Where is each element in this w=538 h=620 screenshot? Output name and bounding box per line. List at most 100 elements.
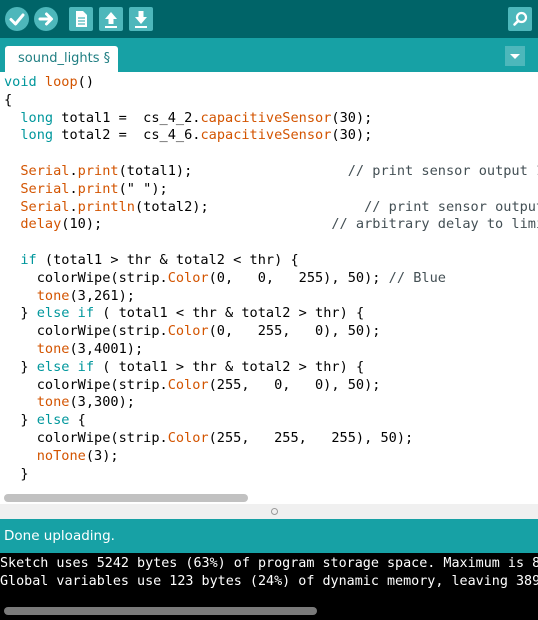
code-line: if (total1 > thr & total2 < thr) {: [4, 251, 299, 269]
code-token: loop: [44, 74, 78, 90]
save-button[interactable]: [129, 7, 153, 31]
code-token: colorWipe(strip.: [4, 269, 168, 286]
code-line: long total1 = cs_4_2.capacitiveSensor(30…: [4, 109, 372, 127]
chevron-down-icon: [510, 54, 520, 59]
code-token: }: [4, 412, 37, 429]
toolbar: [0, 0, 538, 38]
code-line: }: [4, 482, 12, 484]
code-token: else: [36, 412, 70, 429]
code-line: Serial.print(total1); // print sensor ou…: [4, 162, 538, 180]
code-line: tone(3,261);: [4, 287, 135, 305]
code-token: (30);: [331, 109, 373, 126]
code-line: }: [4, 465, 29, 483]
code-token: // print sensor output 1: [347, 163, 538, 179]
code-token: Serial: [20, 180, 70, 197]
code-line: tone(3,300);: [4, 393, 135, 411]
code-token: total2 = cs_4_6.: [53, 127, 201, 144]
code-token: noTone: [36, 447, 86, 464]
code-token: (0, 0, 255), 50);: [208, 269, 389, 286]
code-token: }: [4, 465, 29, 482]
code-token: tone: [36, 287, 70, 304]
code-line: noTone(3);: [4, 447, 119, 465]
open-button[interactable]: [99, 7, 123, 31]
code-line: colorWipe(strip.Color(255, 255, 255), 50…: [4, 429, 413, 447]
code-token: Serial: [20, 198, 70, 215]
serial-monitor-button[interactable]: [508, 7, 532, 31]
code-token: ( total1 > thr & total2 > thr) {: [94, 358, 365, 375]
code-token: }: [4, 358, 37, 375]
code-token: (3,300);: [69, 394, 135, 411]
console-line: Sketch uses 5242 bytes (63%) of program …: [0, 556, 538, 571]
code-token: (10);: [61, 216, 332, 233]
code-line: } else {: [4, 411, 86, 429]
code-token: total1 = cs_4_2.: [53, 109, 201, 126]
code-line: } else if ( total1 > thr & total2 > thr)…: [4, 358, 364, 376]
code-editor[interactable]: void loop(){ long total1 = cs_4_2.capaci…: [0, 72, 538, 484]
code-token: capacitiveSensor: [200, 127, 332, 144]
code-token: (255, 0, 0), 50);: [208, 376, 381, 393]
tab-menu-button[interactable]: [505, 46, 525, 66]
code-token: Color: [167, 269, 209, 286]
code-token: (3,4001);: [69, 341, 144, 357]
code-token: Color: [167, 376, 209, 393]
code-token: tone: [36, 394, 70, 411]
right-arrow-icon: [38, 12, 53, 26]
code-token: (total1);: [118, 163, 348, 179]
tab-label: sound_lights §: [18, 51, 111, 66]
checkmark-icon: [9, 13, 25, 26]
code-token: if: [20, 252, 37, 268]
code-token: (" ");: [118, 180, 168, 197]
code-token: .: [69, 163, 78, 179]
verify-button[interactable]: [5, 7, 29, 31]
code-token: (0, 255, 0), 50);: [208, 323, 381, 340]
document-icon: [76, 11, 87, 27]
up-arrow-icon: [105, 12, 117, 28]
code-token: (3,261);: [69, 287, 135, 304]
code-token: }: [4, 305, 37, 322]
console-scrollbar-thumb[interactable]: [4, 607, 317, 615]
tab-sound-lights[interactable]: sound_lights §: [5, 46, 118, 72]
tab-bar: sound_lights §: [0, 38, 538, 72]
code-token: colorWipe(strip.: [4, 323, 168, 340]
code-line: colorWipe(strip.Color(0, 255, 0), 50);: [4, 322, 381, 340]
code-token: capacitiveSensor: [200, 109, 332, 126]
code-line: Serial.println(total2); // print sensor …: [4, 198, 538, 216]
status-message: Done uploading.: [4, 528, 115, 544]
code-line: void loop(): [4, 73, 94, 91]
code-token: }: [4, 483, 12, 484]
code-token: {: [4, 91, 13, 108]
code-token: long: [20, 109, 54, 126]
code-token: colorWipe(strip.: [4, 430, 168, 446]
code-token: Serial: [20, 163, 70, 179]
status-bar: Done uploading.: [0, 519, 538, 553]
code-token: {: [69, 412, 86, 429]
code-line: Serial.print(" ");: [4, 180, 168, 198]
down-arrow-icon: [135, 11, 147, 28]
code-token: (30);: [331, 127, 373, 144]
code-token: ( total1 < thr & total2 > thr) {: [94, 305, 365, 322]
pane-divider[interactable]: [0, 504, 538, 519]
code-token: else if: [36, 358, 95, 375]
editor-scrollbar-thumb[interactable]: [4, 494, 248, 502]
code-token: (255, 255, 255), 50);: [208, 430, 414, 446]
code-token: long: [20, 127, 54, 144]
new-sketch-button[interactable]: [69, 7, 93, 31]
code-token: else if: [36, 305, 95, 322]
code-token: (total2);: [134, 198, 365, 215]
upload-button[interactable]: [34, 7, 58, 31]
divider-handle[interactable]: [271, 508, 278, 515]
code-token: (total1 > thr & total2 < thr) {: [36, 252, 299, 268]
code-token: // Blue: [388, 269, 446, 286]
code-line: delay(10); // arbitrary delay to limit: [4, 215, 538, 233]
code-token: .: [69, 198, 78, 215]
